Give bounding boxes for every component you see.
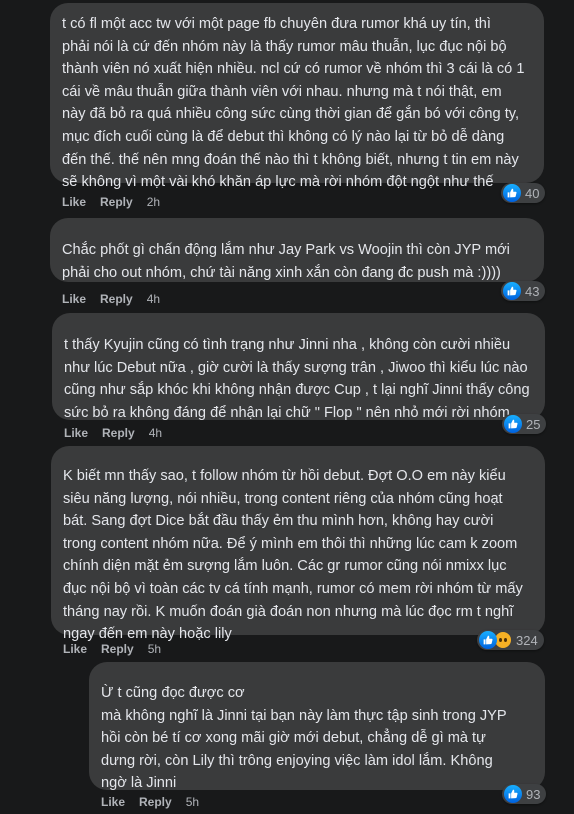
timestamp[interactable]: 4h: [149, 426, 162, 440]
timestamp[interactable]: 5h: [148, 642, 161, 656]
reaction-count: 40: [525, 185, 540, 201]
comment-bubble: t có fl một acc tw với một page fb chuyê…: [50, 3, 544, 190]
reply-button[interactable]: Reply: [100, 195, 133, 209]
reply-button[interactable]: Reply: [101, 642, 134, 656]
comment-bubble: K biết mn thấy sao, t follow nhóm từ hồi…: [51, 446, 545, 642]
reply-button[interactable]: Reply: [100, 292, 133, 306]
like-icon: [503, 282, 521, 300]
like-button[interactable]: Like: [62, 292, 86, 306]
comment-actions: Like Reply 4h: [62, 292, 160, 306]
timestamp[interactable]: 4h: [147, 292, 160, 306]
like-button[interactable]: Like: [62, 195, 86, 209]
like-button[interactable]: Like: [64, 426, 88, 440]
comment-actions: Like Reply 5h: [63, 642, 161, 656]
comment-bubble: Chắc phốt gì chấn động lắm như Jay Park …: [50, 218, 544, 282]
like-icon: [503, 184, 521, 202]
like-icon: [479, 631, 497, 649]
reaction-summary[interactable]: 93: [502, 784, 547, 804]
timestamp[interactable]: 2h: [147, 195, 160, 209]
comment-actions: Like Reply 2h: [62, 195, 160, 209]
reaction-summary[interactable]: 43: [501, 281, 546, 301]
reply-button[interactable]: Reply: [102, 426, 135, 440]
reaction-summary[interactable]: 324: [477, 630, 544, 650]
comment-actions: Like Reply 5h: [101, 795, 199, 809]
like-button[interactable]: Like: [63, 642, 87, 656]
reaction-count: 324: [516, 632, 538, 648]
like-icon: [504, 415, 522, 433]
reaction-count: 25: [526, 416, 541, 432]
reaction-count: 93: [526, 786, 541, 802]
like-icon: [504, 785, 522, 803]
like-button[interactable]: Like: [101, 795, 125, 809]
reaction-summary[interactable]: 25: [502, 414, 547, 434]
reply-button[interactable]: Reply: [139, 795, 172, 809]
comment-actions: Like Reply 4h: [64, 426, 162, 440]
reaction-summary[interactable]: 40: [501, 183, 546, 203]
reaction-count: 43: [525, 283, 540, 299]
comment-bubble: Ừ t cũng đọc được cơ mà không nghĩ là Ji…: [89, 662, 545, 791]
comment-bubble: t thấy Kyujin cũng có tình trạng như Jin…: [52, 313, 545, 421]
timestamp[interactable]: 5h: [186, 795, 199, 809]
